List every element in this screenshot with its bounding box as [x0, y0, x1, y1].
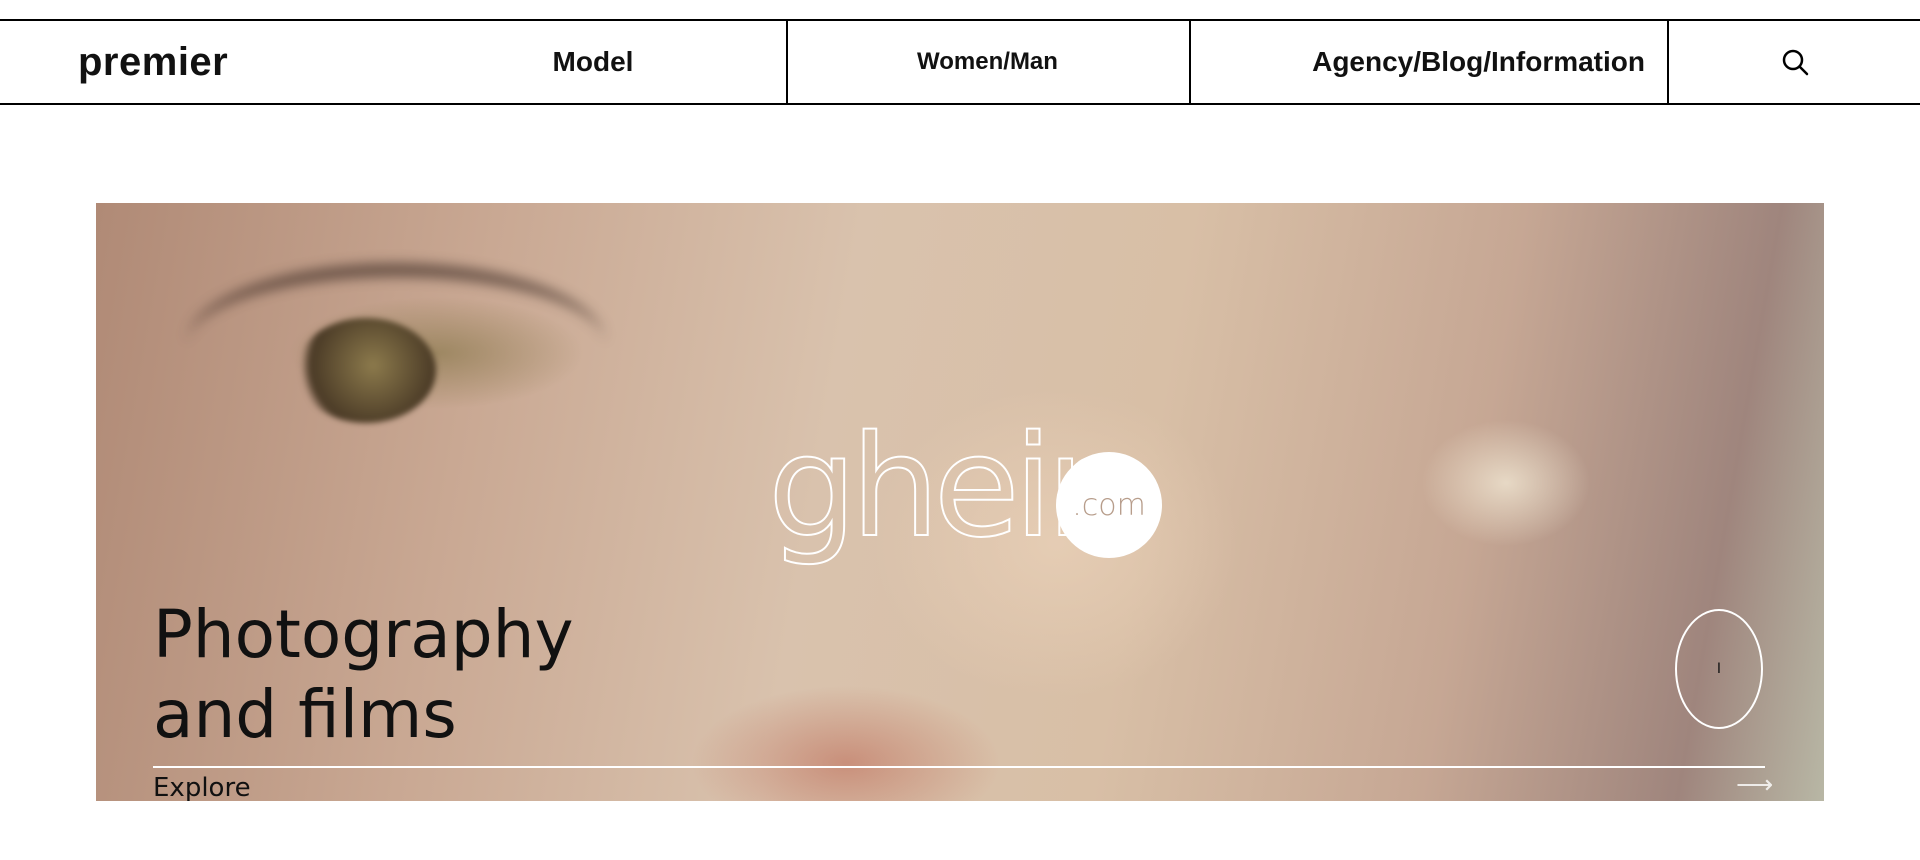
- gheir-logo: gheir: [767, 406, 1105, 569]
- search-button[interactable]: [1669, 21, 1920, 103]
- hero-title-line2: and films: [153, 676, 457, 753]
- hero-banner: gheir .com Photography and films I Explo…: [96, 203, 1824, 801]
- hero-title: Photography and films: [153, 595, 653, 755]
- play-video-button[interactable]: I: [1675, 609, 1763, 729]
- hero-image-eye: [296, 318, 436, 423]
- hero-divider-line: [153, 766, 1765, 768]
- explore-link[interactable]: Explore: [153, 773, 251, 801]
- top-navigation: premier Model Women/Man Agency/Blog/Info…: [0, 19, 1920, 105]
- nav-item-women-man[interactable]: Women/Man: [786, 21, 1189, 103]
- arrow-right-icon[interactable]: ⟶: [1736, 769, 1773, 800]
- nav-item-model[interactable]: Model: [0, 21, 786, 103]
- play-button-label: I: [1716, 661, 1722, 677]
- hero-title-line1: Photography: [153, 596, 574, 673]
- gheir-logo-suffix: .com: [1072, 487, 1146, 523]
- nav-item-agency-blog-information[interactable]: Agency/Blog/Information: [1189, 21, 1669, 103]
- search-icon: [1782, 49, 1808, 76]
- gheir-logo-badge: .com: [1056, 452, 1162, 558]
